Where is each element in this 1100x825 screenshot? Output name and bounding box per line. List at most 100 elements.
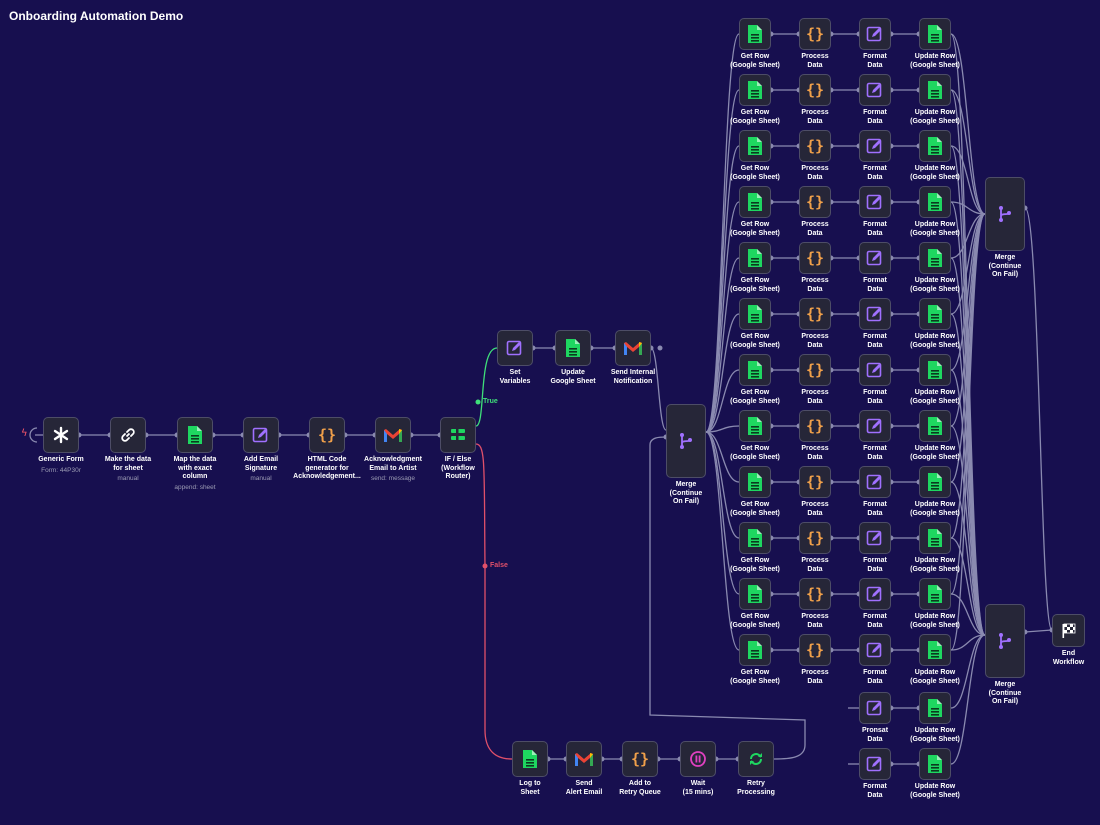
node-retry-processing[interactable] <box>738 741 774 777</box>
node-html-code-generator-for-acknowledgement[interactable]: {} <box>309 417 345 453</box>
grid-node-get-row-google-sheet-r11[interactable] <box>739 578 771 610</box>
grid-node-process-data-r4[interactable]: {} <box>799 186 831 218</box>
grid-node-format-data-r6[interactable] <box>859 298 891 330</box>
grid-node-update-row-google-sheet-r4[interactable] <box>919 186 951 218</box>
grid-node-process-data-r8[interactable]: {} <box>799 410 831 442</box>
grid-node-update-row-google-sheet-r7[interactable] <box>919 354 951 386</box>
node-if-else-workflow-router[interactable] <box>440 417 476 453</box>
google-sheets-icon <box>927 640 943 660</box>
grid-node-format-data-r10[interactable] <box>859 522 891 554</box>
grid-node-pronsat-data-extra1[interactable] <box>859 692 891 724</box>
grid-node-update-row-google-sheet-r11[interactable] <box>919 578 951 610</box>
grid-node-update-row-google-sheet-r5[interactable] <box>919 242 951 274</box>
grid-node-get-row-google-sheet-r2[interactable] <box>739 74 771 106</box>
grid-node-get-row-google-sheet-r5[interactable] <box>739 242 771 274</box>
grid-node-process-data-r9[interactable]: {} <box>799 466 831 498</box>
node-map-the-data-with-exact-column[interactable] <box>177 417 213 453</box>
grid-node-update-row-google-sheet-r3[interactable] <box>919 130 951 162</box>
node-add-to-retry-queue[interactable]: {} <box>622 741 658 777</box>
true-branch-port[interactable] <box>475 399 481 405</box>
svg-text:{}: {} <box>806 585 824 603</box>
grid-node-process-data-r2[interactable]: {} <box>799 74 831 106</box>
svg-text:{}: {} <box>806 417 824 435</box>
grid-node-update-row-google-sheet-r12[interactable] <box>919 634 951 666</box>
grid-node-get-row-google-sheet-r7[interactable] <box>739 354 771 386</box>
edit-pencil-icon <box>866 249 884 267</box>
grid-node-process-data-r12[interactable]: {} <box>799 634 831 666</box>
grid-node-update-row-google-sheet-r2[interactable] <box>919 74 951 106</box>
grid-node-update-row-google-sheet-r9[interactable] <box>919 466 951 498</box>
grid-node-get-row-google-sheet-r4[interactable] <box>739 186 771 218</box>
grid-node-get-row-google-sheet-r12[interactable] <box>739 634 771 666</box>
code-braces-icon: {} <box>805 641 825 659</box>
grid-node-get-row-google-sheet-r10[interactable] <box>739 522 771 554</box>
google-sheets-icon <box>927 754 943 774</box>
grid-node-process-data-r1[interactable]: {} <box>799 18 831 50</box>
svg-text:{}: {} <box>806 305 824 323</box>
node-end-workflow[interactable] <box>1052 614 1085 647</box>
node-make-the-data-for-sheet[interactable] <box>110 417 146 453</box>
grid-node-process-data-r10[interactable]: {} <box>799 522 831 554</box>
svg-text:{}: {} <box>318 426 336 444</box>
google-sheets-icon <box>747 472 763 492</box>
link-icon <box>119 426 137 444</box>
node-merge-top[interactable] <box>985 177 1025 251</box>
node-update-google-sheet[interactable] <box>555 330 591 366</box>
grid-node-process-data-r5[interactable]: {} <box>799 242 831 274</box>
node-wait-15-mins[interactable] <box>680 741 716 777</box>
grid-node-format-data-r8[interactable] <box>859 410 891 442</box>
grid-node-get-row-google-sheet-r1[interactable] <box>739 18 771 50</box>
node-send-internal-notification[interactable] <box>615 330 651 366</box>
grid-node-format-data-r12[interactable] <box>859 634 891 666</box>
grid-node-update-row-google-sheet-r10[interactable] <box>919 522 951 554</box>
code-braces-icon: {} <box>805 585 825 603</box>
google-sheets-icon <box>747 528 763 548</box>
grid-node-format-data-r5[interactable] <box>859 242 891 274</box>
grid-node-get-row-google-sheet-r8[interactable] <box>739 410 771 442</box>
true-branch-label: True <box>483 398 498 405</box>
google-sheets-icon <box>927 698 943 718</box>
grid-node-update-row-google-sheet-extra2[interactable] <box>919 748 951 780</box>
grid-node-process-data-r11[interactable]: {} <box>799 578 831 610</box>
edit-pencil-icon <box>866 699 884 717</box>
grid-node-get-row-google-sheet-r9[interactable] <box>739 466 771 498</box>
grid-node-update-row-google-sheet-extra1[interactable] <box>919 692 951 724</box>
node-merge-main[interactable] <box>666 404 706 478</box>
grid-node-update-row-google-sheet-r8[interactable] <box>919 410 951 442</box>
node-generic-form[interactable] <box>43 417 79 453</box>
grid-node-format-data-r1[interactable] <box>859 18 891 50</box>
grid-node-update-row-google-sheet-r1[interactable] <box>919 18 951 50</box>
google-sheets-icon <box>927 192 943 212</box>
code-braces-icon: {} <box>805 137 825 155</box>
false-branch-port[interactable] <box>482 563 488 569</box>
google-sheets-icon <box>927 584 943 604</box>
node-log-to-sheet[interactable] <box>512 741 548 777</box>
google-sheets-icon <box>747 248 763 268</box>
grid-node-format-data-r4[interactable] <box>859 186 891 218</box>
grid-node-format-data-r11[interactable] <box>859 578 891 610</box>
grid-node-format-data-r7[interactable] <box>859 354 891 386</box>
grid-node-format-data-extra2[interactable] <box>859 748 891 780</box>
grid-node-get-row-google-sheet-r6[interactable] <box>739 298 771 330</box>
node-acknowledgment-email-to-artist[interactable] <box>375 417 411 453</box>
code-braces-icon: {} <box>805 193 825 211</box>
connection-edge <box>950 634 986 765</box>
grid-node-update-row-google-sheet-r6[interactable] <box>919 298 951 330</box>
node-set-variables[interactable] <box>497 330 533 366</box>
connection-edge <box>705 89 740 433</box>
grid-node-process-data-r6[interactable]: {} <box>799 298 831 330</box>
svg-text:{}: {} <box>631 750 649 768</box>
svg-text:{}: {} <box>806 249 824 267</box>
grid-node-format-data-r3[interactable] <box>859 130 891 162</box>
edit-pencil-icon <box>866 137 884 155</box>
node-add-email-signature[interactable] <box>243 417 279 453</box>
grid-node-get-row-google-sheet-r3[interactable] <box>739 130 771 162</box>
grid-node-format-data-r9[interactable] <box>859 466 891 498</box>
connector-port[interactable] <box>657 345 663 351</box>
node-merge-bottom[interactable] <box>985 604 1025 678</box>
node-send-alert-email[interactable] <box>566 741 602 777</box>
grid-node-process-data-r3[interactable]: {} <box>799 130 831 162</box>
merge-icon <box>996 632 1014 650</box>
grid-node-process-data-r7[interactable]: {} <box>799 354 831 386</box>
grid-node-format-data-r2[interactable] <box>859 74 891 106</box>
